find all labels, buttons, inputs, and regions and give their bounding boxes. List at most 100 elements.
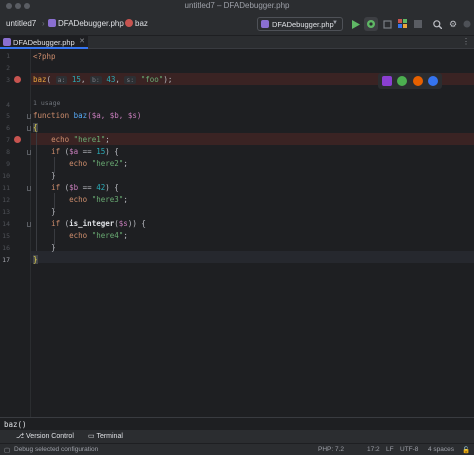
profile-button[interactable] — [396, 17, 410, 31]
encoding-widget[interactable]: UTF-8 — [400, 446, 418, 453]
paren: ( — [46, 75, 52, 84]
line-number: 7 — [6, 136, 10, 144]
code-line-17: } — [33, 255, 38, 264]
code-line-13: } — [33, 207, 56, 216]
editor-breadcrumb[interactable]: baz() — [0, 417, 474, 430]
php-level-widget[interactable]: PHP: 7.2 — [318, 446, 344, 453]
string: "here2" — [91, 159, 124, 168]
param-hint: b: — [89, 76, 102, 84]
keyword: if — [51, 183, 61, 192]
caret-line-highlight — [31, 251, 474, 263]
run-configuration-select[interactable]: DFADebugger.php ▼ — [257, 17, 343, 31]
terminal-label: Terminal — [96, 433, 123, 440]
keyword: echo — [69, 231, 88, 240]
fold-marker-icon[interactable] — [27, 126, 31, 131]
open-in-browser-toolbar — [378, 73, 442, 89]
line-number: 10 — [2, 172, 10, 180]
chrome-icon[interactable] — [397, 76, 407, 86]
status-square-icon: ▢ — [4, 447, 11, 454]
brace: { — [33, 123, 38, 132]
php-file-icon — [3, 38, 11, 46]
search-icon — [432, 20, 442, 30]
version-control-label: Version Control — [26, 433, 74, 440]
paren: )) { — [127, 219, 146, 228]
breakpoint-icon[interactable] — [14, 76, 21, 83]
editor-gutter[interactable]: 1 2 3 4 5 6 7 8 9 10 11 12 13 14 15 16 1… — [0, 49, 31, 417]
fold-marker-icon[interactable] — [27, 222, 31, 227]
paren: ) { — [105, 147, 119, 156]
code-line-11: if ($b == 42) { — [33, 183, 119, 192]
fold-marker-icon[interactable] — [27, 186, 31, 191]
breakpoint-icon[interactable] — [14, 136, 21, 143]
brace: } — [51, 243, 56, 252]
play-icon — [352, 20, 360, 29]
caret-position-widget[interactable]: 17:2 — [367, 446, 380, 453]
code-line-10: } — [33, 171, 56, 180]
keyword: function — [33, 111, 70, 120]
line-number-current: 17 — [2, 256, 10, 264]
semicolon: ; — [105, 135, 110, 144]
code-line-16: } — [33, 243, 56, 252]
keyword: echo — [51, 135, 70, 144]
arg-value: "foo" — [140, 75, 164, 84]
indent-widget[interactable]: 4 spaces — [428, 446, 454, 453]
line-number: 9 — [6, 160, 10, 168]
profile-icon — [398, 19, 407, 28]
arg-value: 15 — [71, 75, 81, 84]
navigation-bar: untitled7 › DFADebugger.php › baz DFADeb… — [0, 12, 474, 36]
line-separator-widget[interactable]: LF — [386, 446, 394, 453]
run-button[interactable] — [349, 17, 363, 31]
debug-button[interactable] — [364, 17, 378, 31]
semicolon: ; — [123, 231, 128, 240]
php-file-icon — [261, 20, 269, 28]
code-line-12: echo "here3"; — [33, 195, 128, 204]
code-line-6: { — [33, 123, 38, 132]
settings-button[interactable]: ⚙ — [446, 17, 460, 31]
breadcrumb-function[interactable]: baz — [125, 19, 148, 28]
breadcrumb-function-label: baz — [135, 19, 148, 28]
chevron-down-icon: ▼ — [332, 20, 338, 26]
fold-marker-icon[interactable] — [27, 150, 31, 155]
breadcrumb-separator: › — [119, 19, 122, 28]
fold-marker-icon[interactable] — [27, 114, 31, 119]
line-number: 12 — [2, 196, 10, 204]
line-number: 5 — [6, 112, 10, 120]
title-bar: untitled7 – DFADebugger.php — [0, 0, 474, 12]
more-tabs-icon[interactable]: ⋮ — [462, 37, 470, 46]
brace: } — [33, 255, 38, 264]
param-hint: a: — [55, 76, 68, 84]
stop-button[interactable] — [411, 17, 425, 31]
terminal-tool-button[interactable]: ▭ Terminal — [88, 432, 123, 440]
safari-icon[interactable] — [428, 76, 438, 86]
brace: } — [51, 207, 56, 216]
version-control-tool-button[interactable]: ⎇ Version Control — [16, 432, 74, 440]
user-avatar-button[interactable] — [460, 17, 474, 31]
search-everywhere-button[interactable] — [430, 17, 444, 31]
brace: } — [51, 171, 56, 180]
code-editor[interactable]: 1 2 3 4 5 6 7 8 9 10 11 12 13 14 15 16 1… — [0, 49, 474, 417]
tab-dfadebugger[interactable]: DFADebugger.php ✕ — [0, 36, 88, 49]
coverage-button[interactable] — [380, 17, 394, 31]
code-line-1: <?php — [33, 52, 56, 61]
breadcrumb-project[interactable]: untitled7 — [6, 19, 36, 28]
keyword: echo — [69, 195, 88, 204]
paren: ( — [60, 183, 70, 192]
breadcrumb-file[interactable]: DFADebugger.php — [48, 19, 124, 28]
line-number: 4 — [6, 101, 10, 109]
usage-hint[interactable]: 1 usage — [33, 99, 60, 107]
close-tab-icon[interactable]: ✕ — [79, 37, 85, 45]
function-call: is_integer — [69, 219, 115, 228]
semicolon: ; — [123, 195, 128, 204]
firefox-icon[interactable] — [413, 76, 423, 86]
run-configuration-label: DFADebugger.php — [272, 20, 334, 29]
line-number: 11 — [2, 184, 10, 192]
breadcrumb-file-label: DFADebugger.php — [58, 19, 124, 28]
lock-icon[interactable]: 🔓 — [462, 446, 470, 454]
paren: ) { — [105, 183, 119, 192]
code-line-7: echo "here1"; — [33, 135, 110, 144]
function-name: baz — [73, 111, 88, 120]
tab-label: DFADebugger.php — [13, 38, 75, 47]
code-line-9: echo "here2"; — [33, 159, 128, 168]
breadcrumb-separator: › — [42, 19, 45, 28]
phpstorm-browser-icon[interactable] — [382, 76, 392, 86]
